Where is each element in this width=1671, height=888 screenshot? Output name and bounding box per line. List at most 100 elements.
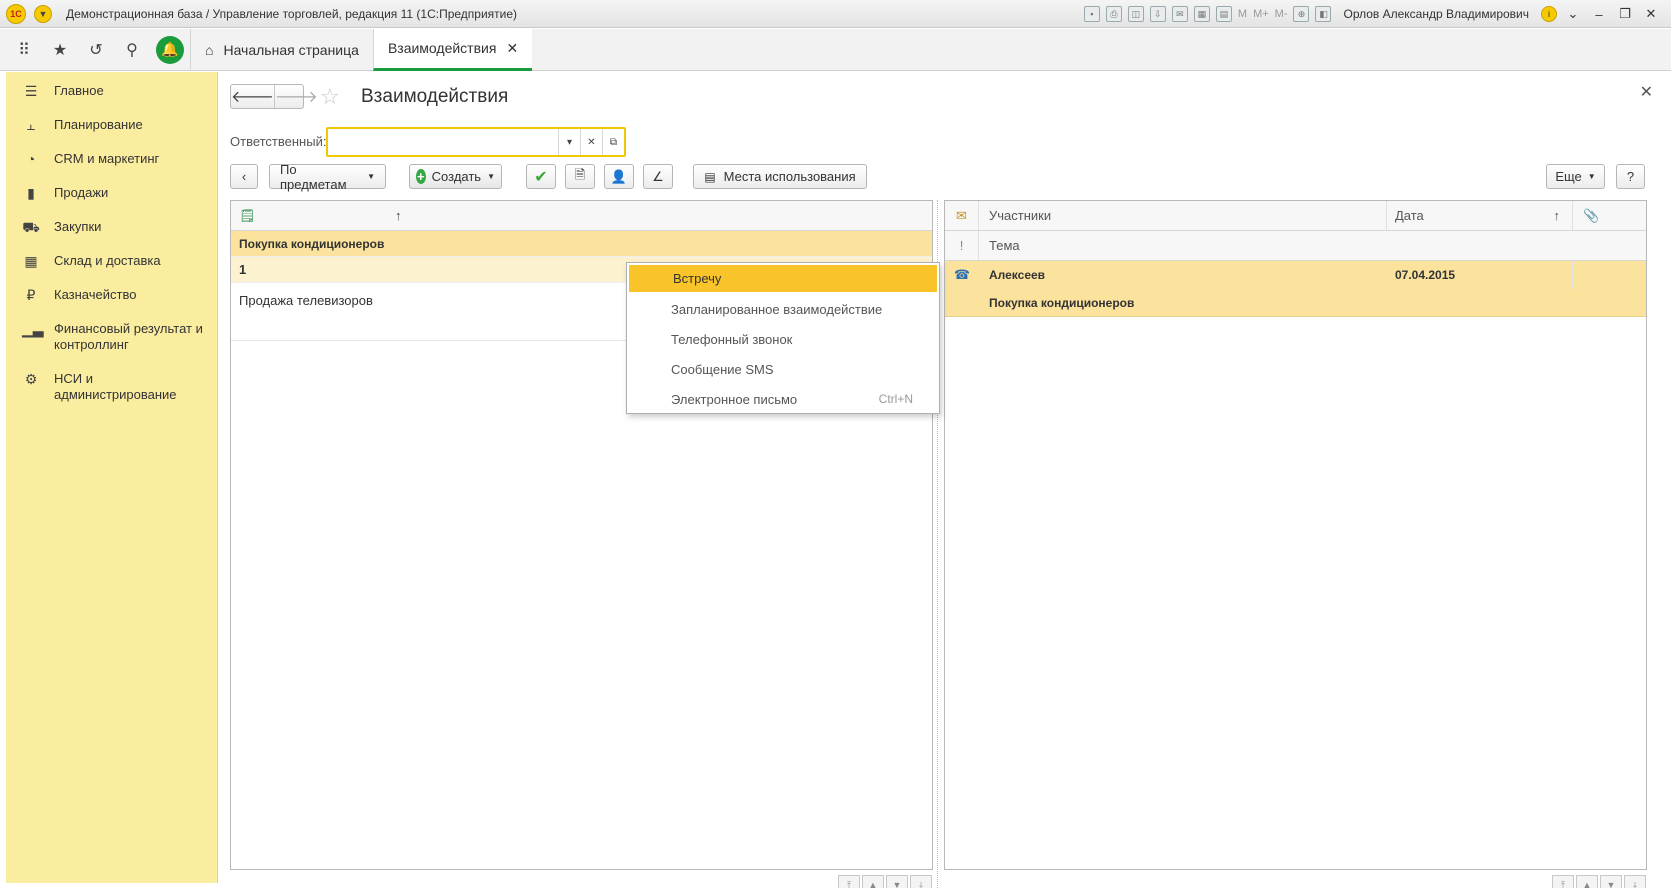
by-subjects-button[interactable]: По предметам ▼ — [269, 161, 386, 192]
sidebar-item-treasury[interactable]: ₽ Казначейство — [6, 278, 217, 312]
responsible-button[interactable]: 👤 — [604, 164, 634, 189]
scroll-up-icon[interactable]: ▲ — [1576, 875, 1598, 888]
sort-ascending-icon[interactable]: ↑ — [395, 208, 402, 223]
search-icon[interactable]: ⚲ — [114, 29, 150, 71]
theme-column-header[interactable]: Тема — [979, 238, 1020, 253]
add-to-favorites-star-icon[interactable]: ☆ — [320, 84, 340, 110]
menu-item-sms[interactable]: Сообщение SMS — [627, 354, 939, 384]
menu-item-meeting[interactable]: Встречу — [629, 265, 937, 292]
app-logo-icon[interactable]: 1C — [6, 3, 26, 24]
sidebar-item-admin[interactable]: ⚙ НСИ и администрирование — [6, 362, 217, 412]
forward-arrow-icon[interactable]: 🡒 — [273, 85, 318, 108]
history-nav: 🡐 🡒 — [230, 84, 318, 109]
sidebar-item-warehouse[interactable]: ▦ Склад и доставка — [6, 244, 217, 278]
open-icon[interactable]: ⧉ — [602, 129, 624, 155]
memory-m[interactable]: M — [1238, 8, 1247, 20]
scroll-top-icon[interactable]: ⤒ — [838, 875, 860, 888]
date-column-header[interactable]: Дата ↑ — [1387, 201, 1573, 230]
menu-item-email[interactable]: Электронное письмо Ctrl+N — [627, 384, 939, 414]
importance-icon[interactable]: ! — [945, 231, 979, 260]
sidebar-item-label: Главное — [54, 83, 104, 98]
sidebar-item-label: Склад и доставка — [54, 253, 161, 268]
angle-button[interactable]: ∠ — [643, 164, 673, 189]
tab-home[interactable]: ⌂ Начальная страница — [190, 28, 373, 71]
responsible-label: Ответственный: — [230, 134, 327, 149]
scroll-down-icon[interactable]: ▼ — [1600, 875, 1622, 888]
usage-places-button[interactable]: ▤ Места использования — [693, 164, 867, 189]
home-icon: ⌂ — [205, 41, 214, 58]
preview-icon[interactable]: ◫ — [1127, 6, 1144, 22]
by-subjects-label: По предметам — [280, 161, 347, 192]
attachment-icon[interactable]: 📎 — [1573, 201, 1646, 230]
create-label: Создать — [431, 169, 482, 184]
responsible-input[interactable] — [328, 129, 558, 155]
menu-item-label: Электронное письмо — [671, 391, 798, 407]
scroll-bottom-icon[interactable]: ⤓ — [910, 875, 932, 888]
check-icon: ✔ — [534, 168, 548, 186]
table-row[interactable]: ☎ Алексеев 07.04.2015 — [945, 261, 1646, 289]
back-arrow-icon[interactable]: 🡐 — [231, 85, 274, 108]
history-icon[interactable]: ↺ — [78, 29, 114, 71]
calendar-icon[interactable]: ▤ — [1215, 6, 1232, 22]
collapse-button[interactable]: ‹ — [230, 164, 258, 189]
memory-m-minus[interactable]: M- — [1275, 8, 1288, 20]
save-icon[interactable]: ▪ — [1083, 6, 1100, 22]
dropdown-chevron-icon[interactable]: ▾ — [558, 129, 580, 155]
sidebar-item-label: Планирование — [54, 117, 143, 132]
menu-item-shortcut: Ctrl+N — [878, 392, 913, 406]
zoom-icon[interactable]: ⊕ — [1293, 6, 1310, 22]
sidebar-item-label: НСИ и администрирование — [54, 371, 177, 402]
sidebar-item-crm[interactable]: ◔ CRM и маркетинг — [6, 142, 217, 176]
print-icon[interactable]: ⎙ — [1105, 6, 1122, 22]
table-row-theme[interactable]: Покупка кондиционеров — [945, 289, 1646, 317]
download-icon[interactable]: ⇩ — [1149, 6, 1166, 22]
sidebar-item-main[interactable]: ☰ Главное — [6, 74, 217, 108]
create-button[interactable]: + Создать ▼ — [409, 164, 502, 189]
help-button[interactable]: ? — [1616, 164, 1645, 189]
sidebar-item-finance[interactable]: ▁▃ Финансовый результат и контроллинг — [6, 312, 217, 362]
apps-grid-icon[interactable]: ⠿ — [6, 29, 42, 71]
mark-reviewed-button[interactable]: ✔ — [526, 164, 556, 189]
memory-m-plus[interactable]: M+ — [1253, 8, 1269, 20]
sidebar-item-label: Продажи — [54, 185, 109, 200]
minimize-icon[interactable]: – — [1589, 7, 1609, 22]
info-icon[interactable]: i — [1541, 6, 1557, 22]
more-button[interactable]: Еще ▼ — [1546, 164, 1605, 189]
chevron-down-icon[interactable]: ⌄ — [1563, 6, 1583, 22]
scroll-down-icon[interactable]: ▼ — [886, 875, 908, 888]
title-bar: 1C ▼ Демонстрационная база / Управление … — [0, 0, 1671, 28]
gear-icon: ⚙ — [24, 371, 38, 387]
mail-icon[interactable]: ✉ — [1171, 6, 1188, 22]
interactions-list[interactable]: ✉ Участники Дата ↑ 📎 ! Тема ☎ Алексеев 0… — [944, 200, 1647, 888]
participants-cell: Алексеев — [989, 268, 1046, 282]
scroll-top-icon[interactable]: ⤒ — [1552, 875, 1574, 888]
date-cell: 07.04.2015 — [1387, 261, 1573, 289]
notifications-bell-icon[interactable]: 🔔 — [156, 35, 184, 64]
list-item[interactable]: Покупка кондиционеров — [231, 231, 932, 257]
sidebar-item-planning[interactable]: ⫠ Планирование — [6, 108, 217, 142]
main-menu-chevron-icon[interactable]: ▼ — [34, 4, 52, 23]
clear-icon[interactable]: ✕ — [580, 129, 602, 155]
menu-item-planned[interactable]: Запланированное взаимодействие — [627, 294, 939, 324]
sidebar-item-label: Финансовый результат и контроллинг — [54, 321, 203, 352]
scroll-up-icon[interactable]: ▲ — [862, 875, 884, 888]
tab-close-icon[interactable]: ✕ — [506, 40, 518, 57]
form-close-icon[interactable]: ✕ — [1640, 82, 1653, 102]
panels-icon[interactable]: ◧ — [1315, 6, 1332, 22]
deadline-button[interactable]: 🗎 — [565, 164, 595, 189]
subject-column-icon[interactable]: 🗒 — [239, 208, 256, 224]
sidebar-item-purchases[interactable]: ⛟ Закупки — [6, 210, 217, 244]
envelope-icon[interactable]: ✉ — [945, 201, 979, 230]
tab-interactions[interactable]: Взаимодействия ✕ — [372, 28, 533, 71]
user-name[interactable]: Орлов Александр Владимирович — [1343, 7, 1529, 21]
spreadsheet-icon[interactable]: ▦ — [1193, 6, 1210, 22]
restore-icon[interactable]: ❐ — [1615, 6, 1635, 22]
window-close-icon[interactable]: ✕ — [1641, 6, 1661, 22]
participants-column-header[interactable]: Участники — [979, 201, 1387, 230]
menu-item-phone-call[interactable]: Телефонный звонок — [627, 324, 939, 354]
scroll-bottom-icon[interactable]: ⤓ — [1624, 875, 1646, 888]
sidebar-item-sales[interactable]: ▮ Продажи — [6, 176, 217, 210]
favorites-star-icon[interactable]: ★ — [42, 29, 78, 71]
phone-call-icon: ☎ — [953, 267, 971, 282]
list-scroll-buttons: ⤒ ▲ ▼ ⤓ — [1552, 875, 1646, 888]
